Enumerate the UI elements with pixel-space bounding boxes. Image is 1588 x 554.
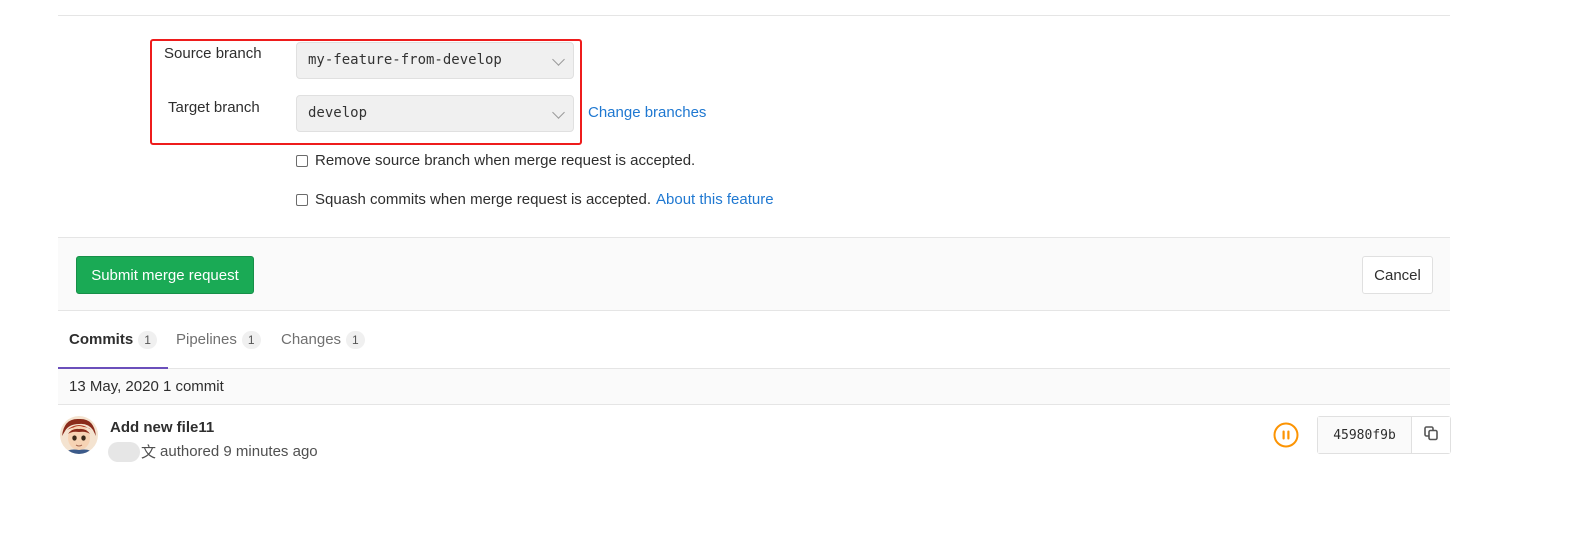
remove-source-branch-checkbox[interactable] [296,154,308,167]
tab-count-badge: 1 [346,330,365,349]
author-name[interactable]: 文 [141,441,156,462]
commit-sha-group: 45980f9b [1317,416,1451,454]
top-divider [58,15,1450,16]
cancel-button[interactable]: Cancel [1362,256,1433,294]
remove-source-branch-label: Remove source branch when merge request … [315,152,696,169]
tab-count-badge: 1 [241,330,261,349]
squash-commits-label: Squash commits when merge request is acc… [315,191,651,208]
commit-title[interactable]: Add new file11 [110,419,214,436]
commit-authored-time: authored 9 minutes ago [160,443,318,460]
about-feature-link[interactable]: About this feature [656,191,774,208]
squash-commits-checkbox[interactable] [296,193,308,206]
tab-commits[interactable]: Commits 1 [58,311,168,369]
annotation-highlight-box [150,39,582,145]
pipeline-paused-icon[interactable] [1273,422,1299,448]
merge-request-tabs: Commits 1 Pipelines 1 Changes 1 [58,311,1450,369]
commit-sha[interactable]: 45980f9b [1318,417,1412,453]
tab-label: Changes [281,331,342,348]
tab-label: Commits [69,331,134,348]
change-branches-link[interactable]: Change branches [588,104,706,121]
squash-commits-option: Squash commits when merge request is acc… [296,191,774,208]
copy-sha-button[interactable] [1412,417,1450,453]
commit-meta: 文 authored 9 minutes ago [108,441,318,462]
tab-label: Pipelines [176,331,237,348]
tab-count-badge: 1 [138,330,157,349]
avatar[interactable] [60,416,98,454]
commit-row: Add new file11 文 authored 9 minutes ago … [58,405,1451,465]
tab-pipelines[interactable]: Pipelines 1 [176,311,261,368]
submit-merge-request-button[interactable]: Submit merge request [76,256,254,294]
tab-changes[interactable]: Changes 1 [281,311,365,368]
commit-date-header: 13 May, 2020 1 commit [58,369,1450,405]
form-actions-bar: Submit merge request Cancel [58,237,1450,311]
copy-icon [1423,425,1439,446]
redacted-author-name [108,441,140,462]
remove-source-branch-option: Remove source branch when merge request … [296,152,695,169]
